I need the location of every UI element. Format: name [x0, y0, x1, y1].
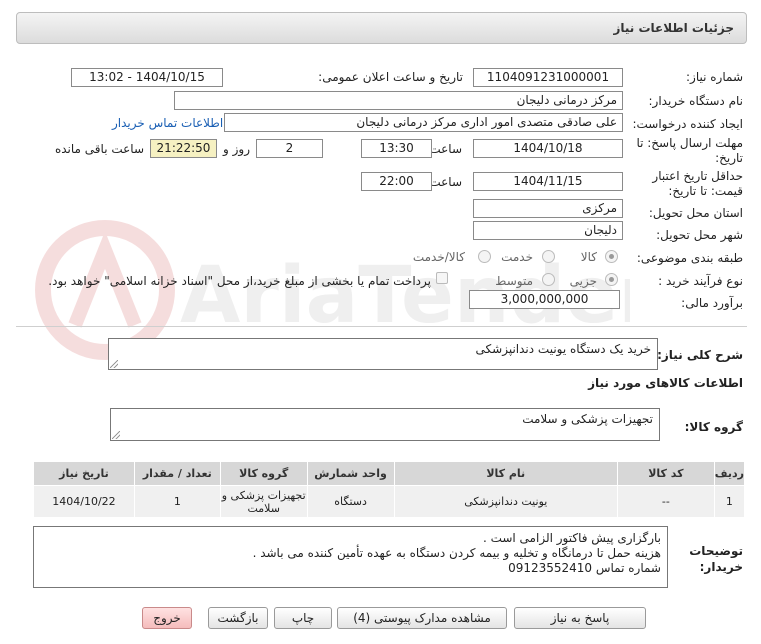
- category-service-radio[interactable]: [542, 250, 555, 263]
- cell-date: 1404/10/22: [33, 485, 135, 518]
- estimate-field: 3,000,000,000: [469, 290, 620, 309]
- reply-button[interactable]: پاسخ به نیاز: [514, 607, 646, 629]
- process-medium-label: متوسط: [495, 274, 533, 288]
- process-small-radio[interactable]: [605, 273, 618, 286]
- announce-label: تاریخ و ساعت اعلان عمومی:: [318, 70, 463, 84]
- cell-name: یونیت دندانپزشکی: [393, 485, 619, 518]
- category-service-label: خدمت: [501, 250, 533, 264]
- notes-label-2: خریدار:: [699, 560, 743, 574]
- goods-group-textarea[interactable]: تجهیزات پزشکی و سلامت: [110, 408, 660, 441]
- notes-line: هزینه حمل تا درمانگاه و تخلیه و بیمه کرد…: [252, 546, 661, 560]
- resize-handle[interactable]: [110, 360, 118, 368]
- process-label: نوع فرآیند خرید :: [658, 274, 743, 288]
- reply-date-field: 1404/10/18: [473, 139, 623, 158]
- divider: [16, 326, 747, 327]
- province-field: مرکزی: [473, 199, 623, 218]
- table-header-row: ردیف کد کالا نام کالا واحد شمارش گروه کا…: [33, 461, 746, 486]
- goods-group-label: گروه کالا:: [684, 420, 743, 434]
- goods-section-title: اطلاعات کالاهای مورد نیاز: [588, 376, 743, 390]
- col-group-header: گروه کالا: [219, 461, 308, 486]
- validity-label: حداقل تاریخ اعتبار: [652, 169, 743, 183]
- reply-deadline-label: مهلت ارسال پاسخ: تا: [636, 136, 743, 150]
- col-qty-header: تعداد / مقدار: [133, 461, 221, 486]
- notes-box: بارگزاری پیش فاکتور الزامی است . هزینه ح…: [33, 526, 668, 588]
- resize-handle[interactable]: [112, 431, 120, 439]
- treasury-payment-note: پرداخت تمام یا بخشی از مبلغ خرید،از محل …: [48, 274, 431, 288]
- buyer-field: مرکز درمانی دلیجان: [174, 91, 623, 110]
- cell-unit: دستگاه: [306, 485, 395, 518]
- days-label: روز و: [223, 142, 250, 156]
- validity-time-label: ساعت: [429, 175, 462, 189]
- print-button[interactable]: چاپ: [274, 607, 332, 629]
- table-row: 1 -- یونیت دندانپزشکی دستگاه تجهیزات پزش…: [33, 485, 746, 518]
- validity-date-field: 1404/11/15: [473, 172, 623, 191]
- col-date-header: تاریخ نیاز: [33, 461, 135, 486]
- page-title: جزئیات اطلاعات نیاز: [613, 21, 734, 35]
- items-table: ردیف کد کالا نام کالا واحد شمارش گروه کا…: [33, 461, 746, 518]
- need-number-field: 1104091231000001: [473, 68, 623, 87]
- summary-label: شرح کلی نیاز:: [657, 348, 743, 362]
- days-field: 2: [256, 139, 323, 158]
- buyer-label: نام دستگاه خریدار:: [648, 94, 744, 108]
- buyer-contact-link[interactable]: اطلاعات تماس خریدار: [112, 116, 223, 130]
- col-row-header: ردیف: [713, 461, 746, 486]
- validity-time-field: 22:00: [361, 172, 432, 191]
- announce-field: 1404/10/15 - 13:02: [71, 68, 223, 87]
- creator-field: علی صادقی متصدی امور اداری مرکز درمانی د…: [224, 113, 623, 132]
- col-code-header: کد کالا: [617, 461, 715, 486]
- header-bar: جزئیات اطلاعات نیاز: [16, 12, 747, 44]
- category-both-label: کالا/خدمت: [412, 250, 465, 264]
- reply-time-field: 13:30: [361, 139, 432, 158]
- creator-label: ایجاد کننده درخواست:: [632, 117, 743, 131]
- col-name-header: نام کالا: [393, 461, 619, 486]
- goods-group-text: تجهیزات پزشکی و سلامت: [522, 412, 653, 426]
- cell-code: --: [617, 485, 715, 518]
- validity-label-2: قیمت: تا تاریخ:: [668, 184, 743, 198]
- remaining-time-field: 21:22:50: [150, 139, 217, 158]
- cell-group: تجهیزات پزشکی و سلامت: [219, 485, 308, 518]
- notes-line: شماره تماس 09123552410: [508, 561, 661, 575]
- exit-button[interactable]: خروج: [142, 607, 192, 629]
- attachments-button[interactable]: مشاهده مدارک پیوستی (4): [337, 607, 507, 629]
- cell-row: 1: [713, 485, 746, 518]
- reply-deadline-label-2: تاریخ:: [715, 151, 743, 165]
- notes-line: بارگزاری پیش فاکتور الزامی است .: [482, 531, 661, 545]
- summary-textarea[interactable]: خرید یک دستگاه یونیت دندانپزشکی: [108, 338, 658, 370]
- notes-label: توضیحات: [689, 544, 743, 558]
- reply-time-label: ساعت: [429, 142, 462, 156]
- category-goods-label: کالا: [580, 250, 597, 264]
- process-medium-radio[interactable]: [542, 273, 555, 286]
- cell-qty: 1: [133, 485, 221, 518]
- category-label: طبقه بندی موضوعی:: [636, 251, 743, 265]
- estimate-label: برآورد مالی:: [681, 296, 743, 310]
- city-label: شهر محل تحویل:: [656, 228, 743, 242]
- category-goods-radio[interactable]: [605, 250, 618, 263]
- need-number-label: شماره نیاز:: [686, 70, 743, 84]
- process-small-label: جزیی: [569, 274, 597, 288]
- back-button[interactable]: بازگشت: [208, 607, 268, 629]
- category-both-radio[interactable]: [478, 250, 491, 263]
- col-unit-header: واحد شمارش: [306, 461, 395, 486]
- city-field: دلیجان: [473, 221, 623, 240]
- treasury-payment-checkbox[interactable]: [436, 272, 448, 284]
- province-label: استان محل تحویل:: [648, 206, 743, 220]
- summary-text: خرید یک دستگاه یونیت دندانپزشکی: [475, 342, 651, 356]
- remaining-time-label: ساعت باقی مانده: [54, 142, 144, 156]
